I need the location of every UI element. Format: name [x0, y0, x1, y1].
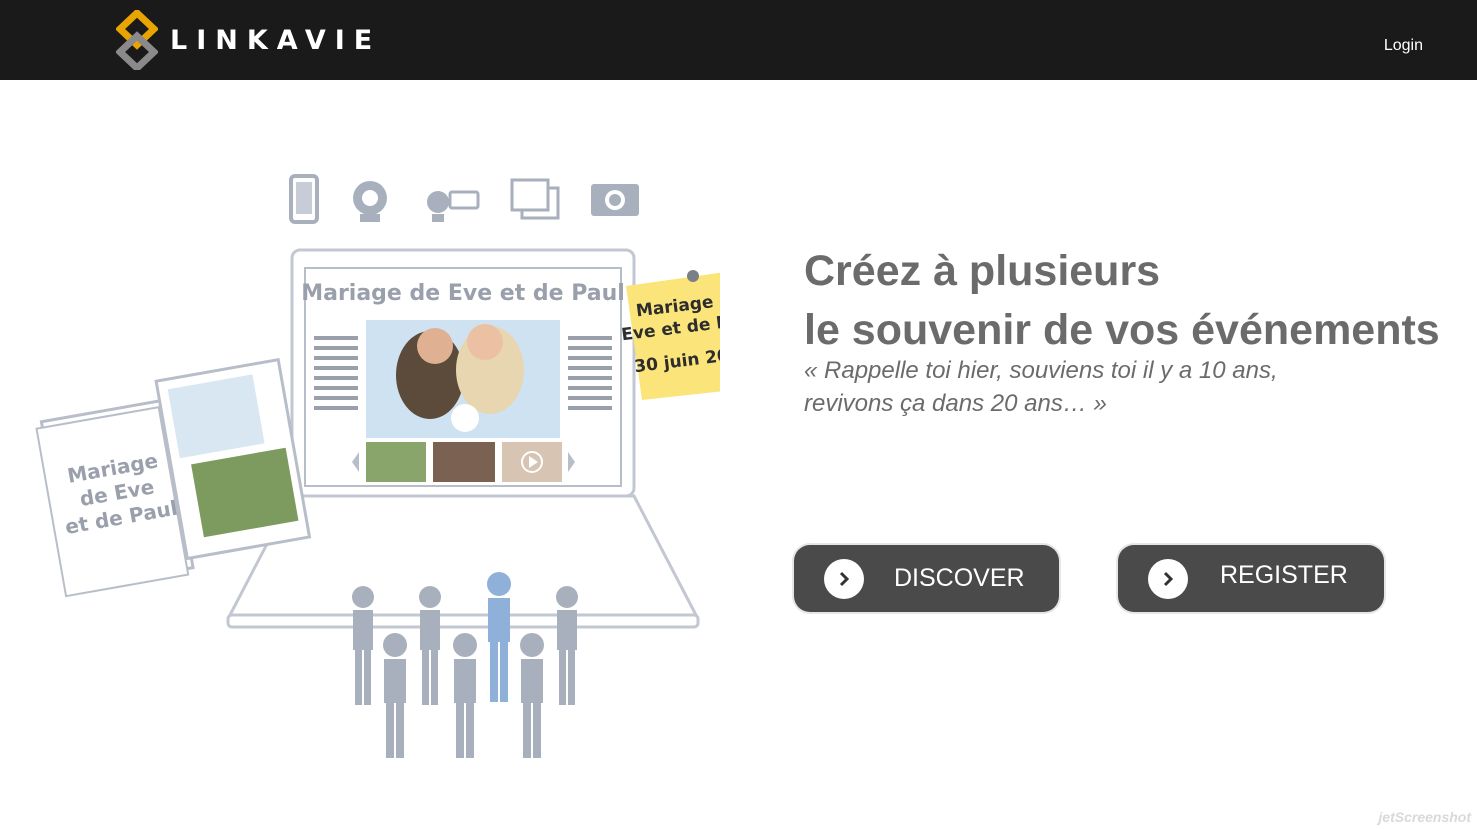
webcam-icon	[353, 181, 387, 222]
login-link[interactable]: Login	[1384, 37, 1423, 55]
headline-line-1: Créez à plusieurs	[804, 247, 1161, 295]
hero-illustration: Mariage de Eve et de Paul Mariage de Eve	[35, 174, 720, 758]
chevron-right-icon	[824, 558, 864, 599]
discover-button[interactable]: DISCOVER	[794, 545, 1059, 612]
linkavie-logo-icon	[116, 10, 158, 70]
screen-title: Mariage de Eve et de Paul	[301, 281, 625, 306]
phone-icon	[289, 174, 319, 224]
quote-line-1: « Rappelle toi hier, souviens toi il y a…	[804, 357, 1278, 384]
register-label: REGISTER	[1220, 561, 1348, 589]
discover-label: DISCOVER	[894, 564, 1025, 592]
watermark: jetScreenshot	[1378, 809, 1471, 825]
thumbnail-2[interactable]	[433, 442, 495, 482]
laptop: Mariage de Eve et de Paul	[226, 248, 700, 629]
quote-line-2: revivons ça dans 20 ans… »	[804, 390, 1107, 417]
logo[interactable]: LINKAVIE	[116, 10, 381, 70]
chevron-right-icon	[1148, 558, 1188, 599]
hero-quote: « Rappelle toi hier, souviens toi il y a…	[804, 354, 1278, 420]
hero-headline: Créez à plusieurs le souvenir de vos évé…	[804, 242, 1440, 360]
camera-icon	[591, 184, 639, 216]
thumbnail-1[interactable]	[366, 442, 426, 482]
camcorder-icon	[427, 190, 480, 222]
top-navigation-bar: LINKAVIE Login	[0, 0, 1477, 80]
brand-name: LINKAVIE	[170, 24, 382, 56]
register-button[interactable]: REGISTER	[1118, 545, 1384, 612]
photos-icon	[510, 178, 560, 220]
headline-line-2: le souvenir de vos événements	[804, 306, 1440, 354]
